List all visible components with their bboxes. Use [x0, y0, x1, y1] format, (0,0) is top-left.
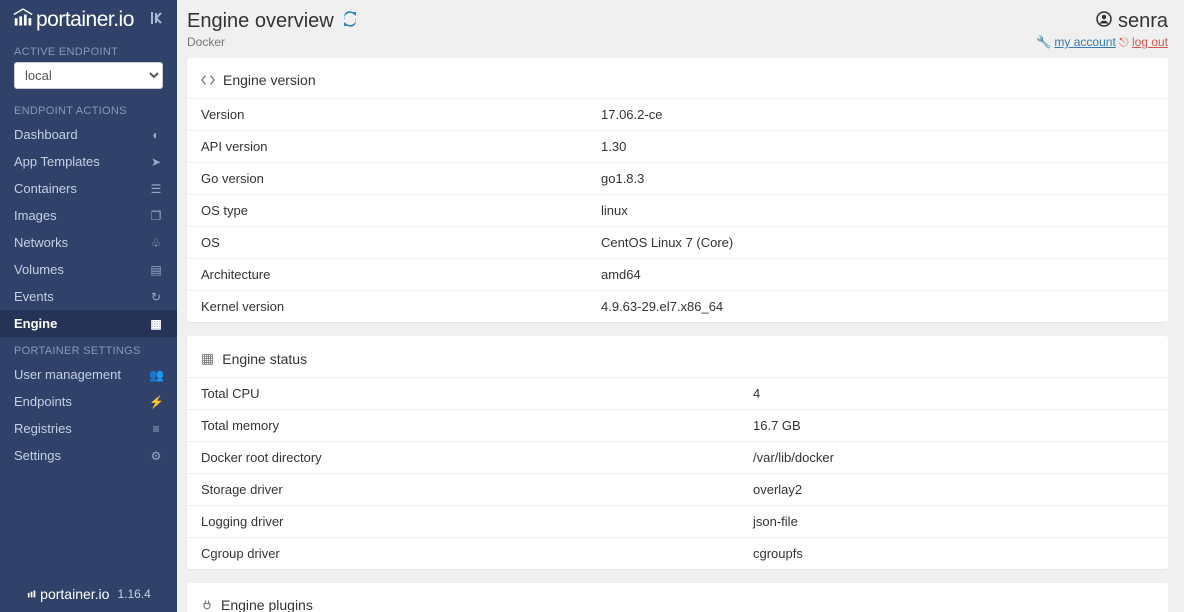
- nav-label: Dashboard: [14, 127, 78, 142]
- tachometer-icon: ◐: [149, 128, 163, 142]
- list-icon: ☰: [149, 182, 163, 196]
- clone-icon: ❐: [149, 209, 163, 223]
- engine-version-panel: Engine version Version17.06.2-ce API ver…: [187, 58, 1168, 322]
- rocket-icon: ➤: [149, 155, 163, 169]
- users-icon: 👥: [149, 368, 163, 382]
- sidebar-item-networks[interactable]: Networks ♧: [0, 229, 177, 256]
- sitemap-icon: ♧: [149, 236, 163, 250]
- refresh-icon[interactable]: [342, 11, 358, 32]
- footer-logo: portainer.io: [26, 586, 109, 602]
- sidebar-item-app-templates[interactable]: App Templates ➤: [0, 148, 177, 175]
- brand-name: portainer.io: [36, 8, 134, 32]
- code-icon: [201, 73, 215, 87]
- hdd-icon: ▤: [149, 263, 163, 277]
- database-icon: ≡: [149, 422, 163, 436]
- signout-icon: ⎋: [1119, 35, 1129, 49]
- plug-icon: [201, 599, 213, 611]
- table-row: OSCentOS Linux 7 (Core): [187, 227, 1168, 259]
- nav-label: Containers: [14, 181, 77, 196]
- endpoint-actions-label: ENDPOINT ACTIONS: [0, 97, 177, 121]
- table-row: Docker root directory/var/lib/docker: [187, 442, 1168, 474]
- my-account-link[interactable]: my account: [1054, 35, 1115, 49]
- brand-logo[interactable]: portainer.io: [12, 6, 134, 34]
- table-row: Total CPU4: [187, 378, 1168, 410]
- sidebar: portainer.io ACTIVE ENDPOINT local ENDPO…: [0, 0, 177, 612]
- cogs-icon: ⚙: [149, 449, 163, 463]
- username: senra: [1118, 10, 1168, 33]
- sidebar-item-user-management[interactable]: User management 👥: [0, 361, 177, 388]
- table-row: Storage driveroverlay2: [187, 474, 1168, 506]
- log-out-link[interactable]: log out: [1132, 35, 1168, 49]
- user-icon: [1096, 10, 1112, 33]
- table-row: Architectureamd64: [187, 259, 1168, 291]
- engine-status-panel: ▦ Engine status Total CPU4 Total memory1…: [187, 336, 1168, 569]
- table-row: API version1.30: [187, 131, 1168, 163]
- th-icon: ▦: [201, 350, 214, 367]
- sidebar-item-engine[interactable]: Engine ▦: [0, 310, 177, 337]
- panel-title: Engine version: [223, 72, 316, 88]
- sidebar-header: portainer.io: [0, 0, 177, 38]
- plug-icon: ⚡: [149, 395, 163, 409]
- nav-label: Events: [14, 289, 54, 304]
- nav-label: User management: [14, 367, 121, 382]
- portainer-settings-label: PORTAINER SETTINGS: [0, 337, 177, 361]
- table-row: Logging driverjson-file: [187, 506, 1168, 538]
- engine-version-table: Version17.06.2-ce API version1.30 Go ver…: [187, 98, 1168, 322]
- sidebar-item-settings[interactable]: Settings ⚙: [0, 442, 177, 469]
- table-row: Total memory16.7 GB: [187, 410, 1168, 442]
- history-icon: ↻: [149, 290, 163, 304]
- engine-plugins-panel: Engine plugins Volumelocal Networkbridge…: [187, 583, 1168, 612]
- sidebar-collapse-icon[interactable]: [151, 10, 167, 31]
- sidebar-item-registries[interactable]: Registries ≡: [0, 415, 177, 442]
- user-box: senra 🔧 my account ⎋ log out: [1036, 10, 1168, 50]
- sidebar-footer: portainer.io 1.16.4: [0, 576, 177, 612]
- sidebar-item-volumes[interactable]: Volumes ▤: [0, 256, 177, 283]
- table-row: Kernel version4.9.63-29.el7.x86_64: [187, 291, 1168, 323]
- nav-label: Volumes: [14, 262, 64, 277]
- page-title: Engine overview: [187, 10, 358, 33]
- nav-label: Settings: [14, 448, 61, 463]
- nav-label: Endpoints: [14, 394, 72, 409]
- breadcrumb: Docker: [187, 35, 358, 49]
- endpoint-select[interactable]: local: [14, 62, 163, 89]
- th-icon: ▦: [149, 317, 163, 331]
- active-endpoint-label: ACTIVE ENDPOINT: [0, 38, 177, 62]
- engine-status-table: Total CPU4 Total memory16.7 GB Docker ro…: [187, 377, 1168, 569]
- panel-title: Engine plugins: [221, 597, 313, 612]
- table-row: Cgroup drivercgroupfs: [187, 538, 1168, 570]
- sidebar-item-events[interactable]: Events ↻: [0, 283, 177, 310]
- nav-label: Engine: [14, 316, 57, 331]
- panel-title: Engine status: [222, 351, 307, 367]
- table-row: Version17.06.2-ce: [187, 99, 1168, 131]
- table-row: Go versiongo1.8.3: [187, 163, 1168, 195]
- sidebar-item-containers[interactable]: Containers ☰: [0, 175, 177, 202]
- wrench-icon: 🔧: [1036, 35, 1051, 49]
- table-row: OS typelinux: [187, 195, 1168, 227]
- topbar: Engine overview Docker senra 🔧 my accoun…: [187, 10, 1168, 50]
- sidebar-item-dashboard[interactable]: Dashboard ◐: [0, 121, 177, 148]
- nav-label: Networks: [14, 235, 68, 250]
- nav-label: Registries: [14, 421, 72, 436]
- footer-version: 1.16.4: [117, 587, 150, 601]
- nav-label: Images: [14, 208, 57, 223]
- main-content: Engine overview Docker senra 🔧 my accoun…: [177, 0, 1184, 612]
- nav-label: App Templates: [14, 154, 100, 169]
- sidebar-item-images[interactable]: Images ❐: [0, 202, 177, 229]
- sidebar-item-endpoints[interactable]: Endpoints ⚡: [0, 388, 177, 415]
